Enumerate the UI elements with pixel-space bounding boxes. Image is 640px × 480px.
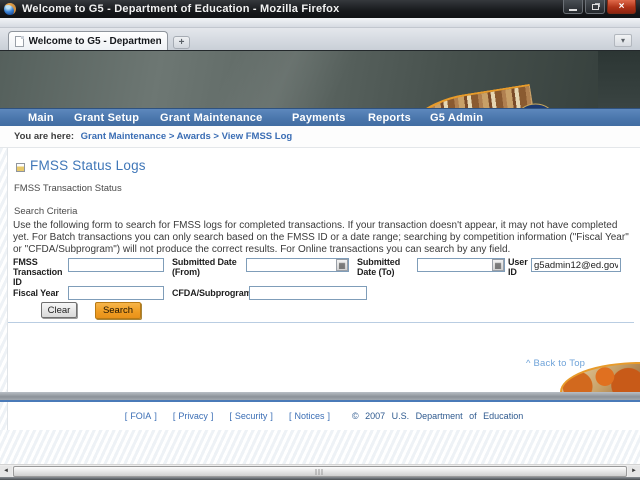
bracket: [ <box>124 411 128 421</box>
footer-link-group: [Privacy] <box>170 411 217 421</box>
instructions-text: Use the following form to search for FMS… <box>13 220 629 256</box>
submitted-date-from-input[interactable] <box>247 259 336 271</box>
breadcrumb: You are here: Grant Maintenance > Awards… <box>0 126 640 148</box>
window-titlebar: Welcome to G5 - Department of Education … <box>0 0 640 18</box>
restore-icon <box>591 3 599 10</box>
cfda-subprogram-label: CFDA/Subprogram <box>172 288 252 298</box>
bracket: [ <box>172 411 176 421</box>
bracket: ] <box>154 411 157 421</box>
section-bullet-icon <box>16 163 25 172</box>
bracket: [ <box>288 411 292 421</box>
footer-link-group: [Notices] <box>286 411 333 421</box>
nav-item-main[interactable]: Main <box>28 109 54 127</box>
nav-item-grant-setup[interactable]: Grant Setup <box>74 109 139 127</box>
scrollbar-thumb[interactable] <box>13 466 627 477</box>
new-tab-button[interactable]: + <box>173 36 190 49</box>
nav-item-grant-maintenance[interactable]: Grant Maintenance <box>160 109 262 127</box>
cfda-subprogram-input[interactable] <box>249 286 367 300</box>
footer-link-foia[interactable]: FOIA <box>130 411 151 421</box>
window-title: Welcome to G5 - Department of Education … <box>22 3 340 15</box>
footer-blue-line <box>0 400 640 402</box>
submitted-date-from-label: Submitted Date (From) <box>172 257 237 277</box>
calendar-icon[interactable]: ▦ <box>336 259 348 271</box>
tab-bar: Welcome to G5 - Departmen... + ▾ <box>0 28 640 50</box>
page-title: FMSS Status Logs <box>30 158 146 173</box>
bracket: ] <box>210 411 214 421</box>
scrollbar-grip-icon <box>315 469 325 475</box>
close-button[interactable]: × <box>607 0 636 14</box>
toolbar-strip <box>0 18 640 28</box>
minimize-button[interactable] <box>563 0 583 14</box>
nav-item-g5-admin[interactable]: G5 Admin <box>430 109 483 127</box>
scroll-right-icon[interactable]: ► <box>628 466 640 477</box>
user-id-input[interactable] <box>531 258 621 272</box>
clear-button[interactable]: Clear <box>41 302 77 318</box>
footer-link-notices[interactable]: Notices <box>294 411 324 421</box>
fiscal-year-input[interactable] <box>68 286 164 300</box>
footer-link-group: [FOIA] <box>122 411 160 421</box>
form-divider <box>8 322 634 323</box>
browser-window: Welcome to G5 - Department of Education … <box>0 0 640 480</box>
transaction-status-label: FMSS Transaction Status <box>14 183 122 194</box>
page-icon <box>15 35 24 47</box>
submitted-date-from-field: ▦ <box>246 258 349 272</box>
tab-active[interactable]: Welcome to G5 - Departmen... <box>8 31 168 50</box>
footer-link-privacy[interactable]: Privacy <box>178 411 208 421</box>
restore-button[interactable] <box>585 0 605 14</box>
footer: [FOIA] [Privacy] [Security] [Notices] © … <box>0 411 640 421</box>
fiscal-year-label: Fiscal Year <box>13 288 59 298</box>
nav-item-reports[interactable]: Reports <box>368 109 411 127</box>
breadcrumb-path[interactable]: Grant Maintenance > Awards > View FMSS L… <box>81 131 293 142</box>
banner-dark-panel <box>598 51 640 108</box>
submitted-date-to-label: Submitted Date (To) <box>357 257 401 277</box>
minimize-icon <box>569 8 577 11</box>
bottom-edge-pattern <box>0 430 640 464</box>
footer-gray-bar <box>0 392 640 400</box>
submitted-date-to-input[interactable] <box>418 259 492 271</box>
fmss-transaction-id-input[interactable] <box>68 258 164 272</box>
footer-link-group: [Security] <box>226 411 276 421</box>
back-to-top-link[interactable]: ^ Back to Top <box>526 358 585 369</box>
breadcrumb-prefix: You are here: <box>14 131 75 142</box>
scroll-left-icon[interactable]: ◄ <box>0 466 12 477</box>
bracket: ] <box>327 411 330 421</box>
horizontal-scrollbar[interactable]: ◄ ► <box>0 464 640 477</box>
copyright-text: © 2007 U.S. Department of Education <box>351 411 524 421</box>
banner-highlight <box>150 51 410 108</box>
window-controls: × <box>561 0 636 14</box>
fmss-transaction-id-label: FMSS Transaction ID <box>13 257 63 287</box>
tab-label: Welcome to G5 - Departmen... <box>28 35 161 47</box>
footer-link-security[interactable]: Security <box>235 411 268 421</box>
search-criteria-label: Search Criteria <box>14 206 78 217</box>
bracket: ] <box>270 411 273 421</box>
nav-item-payments[interactable]: Payments <box>292 109 346 127</box>
firefox-icon <box>4 3 16 15</box>
search-button[interactable]: Search <box>95 302 141 319</box>
calendar-icon[interactable]: ▦ <box>492 259 504 271</box>
bracket: [ <box>229 411 232 421</box>
tab-list-button[interactable]: ▾ <box>614 34 632 47</box>
site-banner: 5 Empowering the grant community. <box>0 50 640 108</box>
main-nav: Main Grant Setup Grant Maintenance Payme… <box>0 108 640 126</box>
submitted-date-to-field: ▦ <box>417 258 505 272</box>
